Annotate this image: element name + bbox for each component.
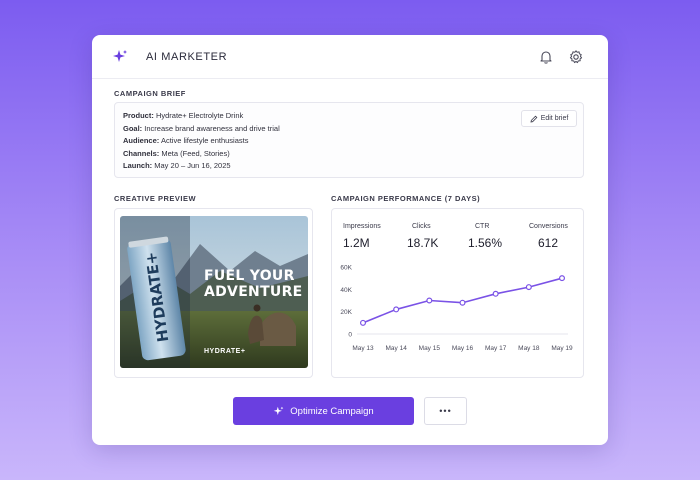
metric-value-clicks: 18.7K: [407, 236, 439, 250]
data-point: [360, 319, 367, 326]
brief-box: Product: Hydrate+ Electrolyte Drink Goal…: [114, 102, 584, 178]
bell-icon[interactable]: [538, 49, 554, 65]
main-card: AI MARKETER CAMPAIGN BRIEF Product: Hydr…: [92, 35, 608, 445]
edit-brief-button[interactable]: Edit brief: [521, 110, 577, 127]
sparkle-icon: [273, 406, 284, 415]
brief-section-label: CAMPAIGN BRIEF: [114, 89, 186, 98]
x-tick-label: May 19: [551, 345, 573, 352]
metric-label-impressions: Impressions: [343, 223, 381, 230]
data-point: [525, 284, 532, 291]
metric-value-impressions: 1.2M: [343, 236, 370, 250]
ad-creative-image: HYDRATE+ FUEL YOUR ADVENTURE HYDRATE+: [120, 216, 308, 368]
ad-brand-tag: HYDRATE+: [204, 348, 246, 355]
performance-card: Impressions 1.2M Clicks 18.7K CTR 1.56% …: [331, 208, 584, 378]
creative-preview-card: HYDRATE+ FUEL YOUR ADVENTURE HYDRATE+: [114, 208, 313, 378]
x-tick-label: May 15: [419, 345, 441, 352]
ad-headline: FUEL YOUR ADVENTURE: [204, 268, 303, 300]
creative-section-label: CREATIVE PREVIEW: [114, 194, 197, 203]
gear-icon[interactable]: [568, 49, 584, 65]
metric-value-ctr: 1.56%: [468, 236, 503, 250]
performance-line-chart: 60K 40K 20K 0May 13 May 14 May 15 May 16 May 17…: [340, 265, 573, 353]
brief-row-goal: Goal: Increase brand awareness and drive…: [123, 123, 280, 133]
metric-value-conversions: 612: [538, 236, 559, 250]
optimize-campaign-button[interactable]: Optimize Campaign: [233, 397, 414, 425]
y-tick-label: 20K: [340, 309, 352, 316]
sparkle-icon: [113, 50, 127, 62]
metric-label-conversions: Conversions: [529, 223, 568, 230]
x-tick-label: May 17: [485, 345, 507, 352]
optimize-campaign-label: Optimize Campaign: [290, 405, 374, 417]
data-point: [459, 299, 466, 306]
x-tick-label: May 13: [352, 345, 374, 352]
x-tick-label: May 14: [386, 345, 408, 352]
header-bar: AI MARKETER: [92, 35, 608, 79]
brief-row-channels: Channels: Meta (Feed, Stories): [123, 148, 230, 158]
data-point: [559, 275, 566, 282]
data-point: [393, 306, 400, 313]
data-point: [426, 297, 433, 304]
pencil-icon: [530, 115, 538, 123]
y-tick-label: 0: [348, 332, 352, 339]
data-point: [492, 290, 499, 297]
y-tick-label: 40K: [340, 287, 352, 294]
brief-row-audience: Audience: Active lifestyle enthusiasts: [123, 136, 249, 145]
y-tick-label: 60K: [340, 265, 352, 272]
more-options-button[interactable]: •••: [424, 397, 467, 425]
more-options-icon: •••: [439, 406, 452, 416]
x-tick-label: May 18: [518, 345, 540, 352]
x-tick-label: May 16: [452, 345, 474, 352]
metric-label-ctr: CTR: [475, 223, 490, 230]
metric-label-clicks: Clicks: [412, 223, 431, 230]
performance-section-label: CAMPAIGN PERFORMANCE (7 DAYS): [331, 194, 481, 203]
brief-row-launch: Launch: May 20 – Jun 16, 2025: [123, 161, 231, 170]
brief-row-product: Product: Hydrate+ Electrolyte Drink: [123, 111, 244, 120]
app-title: AI MARKETER: [146, 51, 228, 63]
